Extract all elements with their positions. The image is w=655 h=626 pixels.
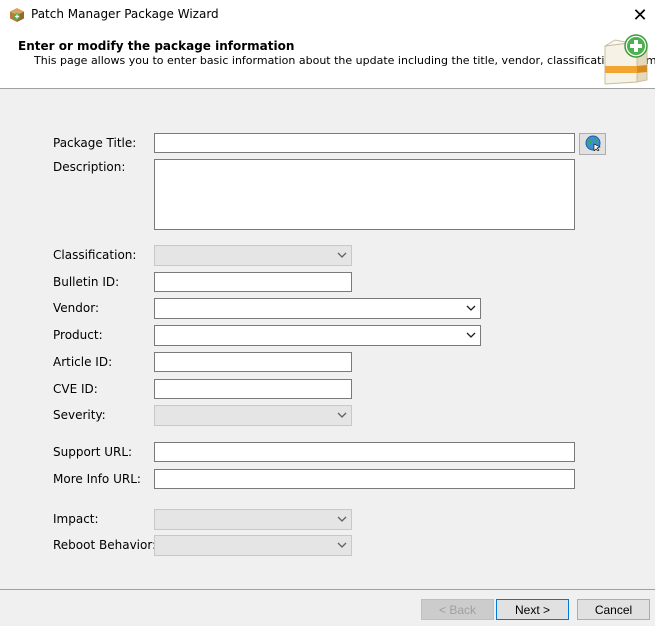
product-label: Product: [53,328,103,342]
window-title: Patch Manager Package Wizard [31,7,219,21]
cancel-button[interactable]: Cancel [577,599,650,620]
chevron-down-icon [466,332,476,338]
product-select[interactable] [154,325,481,346]
bulletin-id-label: Bulletin ID: [53,275,120,289]
back-button[interactable]: < Back [421,599,494,620]
next-button[interactable]: Next > [496,599,569,620]
globe-icon [585,135,601,154]
bulletin-id-input[interactable] [154,272,352,292]
close-button[interactable]: ✕ [625,0,655,30]
severity-select[interactable] [154,405,352,426]
chevron-down-icon [337,412,347,418]
classification-select[interactable] [154,245,352,266]
chevron-down-icon [337,252,347,258]
page-title: Enter or modify the package information [18,39,295,53]
chevron-down-icon [337,542,347,548]
chevron-down-icon [337,516,347,522]
package-info-form: Package Title: Description: Classificati… [0,89,655,589]
vendor-select[interactable] [154,298,481,319]
support-url-label: Support URL: [53,445,133,459]
chevron-down-icon [466,305,476,311]
package-icon [9,7,25,23]
cve-id-label: CVE ID: [53,382,98,396]
article-id-label: Article ID: [53,355,113,369]
cve-id-input[interactable] [154,379,352,399]
package-title-input[interactable] [154,133,575,153]
title-bar: Patch Manager Package Wizard ✕ [0,0,655,30]
more-info-url-label: More Info URL: [53,472,141,486]
reboot-behavior-label: Reboot Behavior: [53,538,157,552]
reboot-behavior-select[interactable] [154,535,352,556]
vendor-label: Vendor: [53,301,99,315]
classification-label: Classification: [53,248,137,262]
support-url-input[interactable] [154,442,575,462]
browse-package-button[interactable] [579,133,606,155]
footer-divider [0,589,655,590]
impact-label: Impact: [53,512,99,526]
impact-select[interactable] [154,509,352,530]
package-title-label: Package Title: [53,136,137,150]
wizard-header: Enter or modify the package information … [0,30,655,89]
more-info-url-input[interactable] [154,469,575,489]
description-input[interactable] [154,159,575,230]
description-label: Description: [53,160,126,174]
package-add-icon [601,32,651,86]
article-id-input[interactable] [154,352,352,372]
close-icon: ✕ [632,4,648,26]
severity-label: Severity: [53,408,106,422]
page-subtitle: This page allows you to enter basic info… [34,54,655,67]
